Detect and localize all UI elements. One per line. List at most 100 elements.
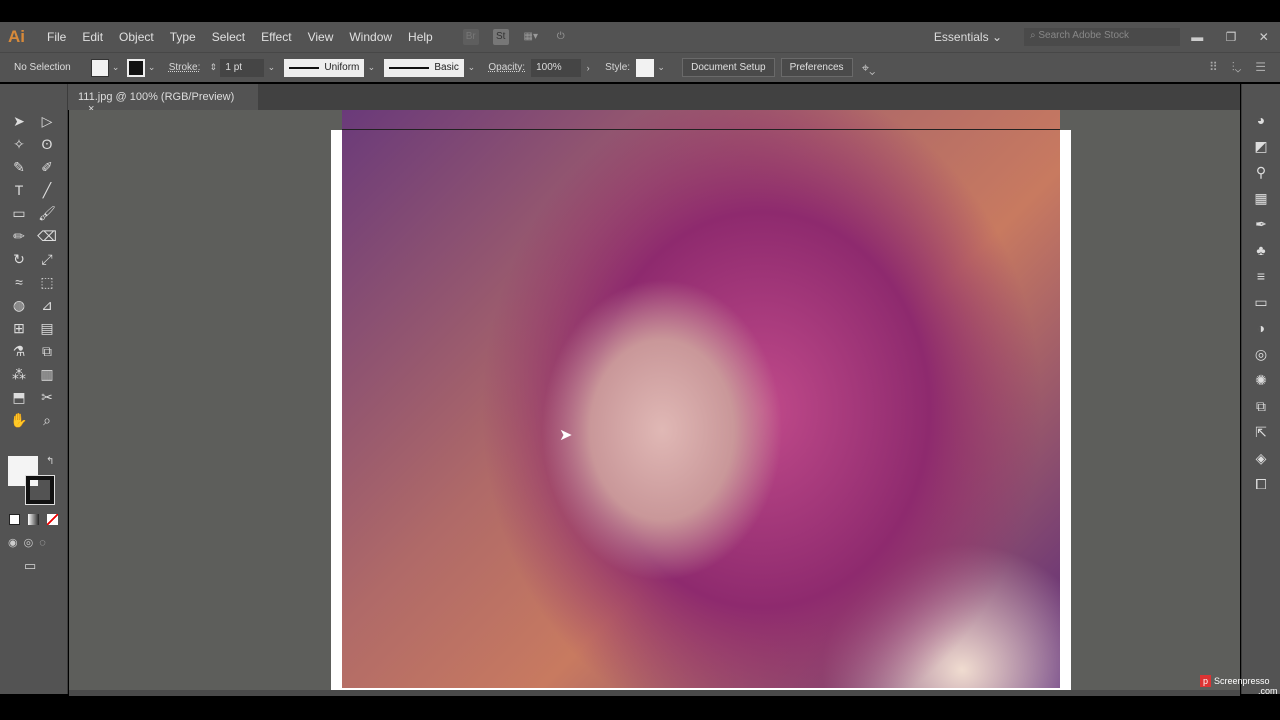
tab-document[interactable]: 111.jpg @ 100% (RGB/Preview) × bbox=[68, 84, 258, 115]
search-stock-input[interactable]: ⌕ Search Adobe Stock bbox=[1024, 28, 1180, 46]
swatches-icon[interactable]: ▦ bbox=[1251, 188, 1271, 208]
stroke-swatch[interactable] bbox=[126, 58, 145, 77]
stroke-dropdown[interactable]: ⌄ bbox=[145, 62, 159, 73]
asset-export-icon[interactable]: ⧉ bbox=[1251, 396, 1271, 416]
perspective-tool-icon[interactable]: ⊿ bbox=[36, 294, 58, 316]
direct-selection-tool-icon[interactable]: ▷ bbox=[36, 110, 58, 132]
panel-menu-icon[interactable]: ☰ bbox=[1255, 60, 1266, 75]
brush-definition[interactable]: Basic bbox=[384, 58, 465, 77]
artboard-tool-icon[interactable]: ⬒ bbox=[8, 386, 30, 408]
menu-file[interactable]: File bbox=[39, 30, 74, 44]
minimize-button[interactable]: ▬ bbox=[1191, 30, 1203, 44]
rectangle-tool-icon[interactable]: ▭ bbox=[8, 202, 30, 224]
tab-title: 111.jpg @ 100% (RGB/Preview) bbox=[78, 91, 235, 103]
hand-tool-icon[interactable]: ✋ bbox=[8, 409, 30, 431]
type-tool-icon[interactable]: T bbox=[8, 179, 30, 201]
magic-wand-tool-icon[interactable]: ✧ bbox=[8, 133, 30, 155]
bridge-icon[interactable]: Br bbox=[462, 29, 479, 45]
curvature-tool-icon[interactable]: ✐ bbox=[36, 156, 58, 178]
brushes-icon[interactable]: ✒ bbox=[1251, 214, 1271, 234]
gradient-icon[interactable]: ▭ bbox=[1251, 292, 1271, 312]
preferences-button[interactable]: Preferences bbox=[780, 58, 853, 77]
control-bar: No Selection ⌄ ⌄ Stroke: ⇕ 1 pt ⌄ Uniform… bbox=[0, 52, 1280, 82]
restore-button[interactable]: ❐ bbox=[1226, 30, 1237, 44]
free-transform-tool-icon[interactable]: ⬚ bbox=[36, 271, 58, 293]
workspace-switcher[interactable]: Essentials ⌄ bbox=[934, 30, 1002, 44]
select-similar-icon[interactable]: ⌖⌄ bbox=[859, 60, 879, 76]
menu-bar: Ai File Edit Object Type Select Effect V… bbox=[0, 22, 1280, 52]
gpu-performance-icon[interactable]: ⏻ bbox=[553, 29, 569, 45]
stroke-weight-input[interactable]: 1 pt bbox=[220, 58, 265, 77]
zoom-tool-icon[interactable]: ⌕ bbox=[36, 409, 58, 431]
fill-swatch[interactable] bbox=[90, 58, 109, 77]
mesh-tool-icon[interactable]: ⊞ bbox=[8, 317, 30, 339]
color-icon[interactable]: ◕ bbox=[1251, 110, 1271, 130]
pen-tool-icon[interactable]: ✎ bbox=[8, 156, 30, 178]
fill-dropdown[interactable]: ⌄ bbox=[109, 62, 123, 73]
opacity-input[interactable]: 100% bbox=[531, 58, 582, 77]
align-icon[interactable]: ⠿ bbox=[1209, 60, 1218, 75]
layers-icon[interactable]: ◈ bbox=[1251, 448, 1271, 468]
watermark-domain: .com bbox=[1258, 686, 1278, 696]
shape-builder-tool-icon[interactable]: ◍ bbox=[8, 294, 30, 316]
stroke-color-box[interactable] bbox=[25, 475, 55, 505]
graph-tool-icon[interactable]: ▥ bbox=[36, 363, 58, 385]
scale-tool-icon[interactable]: ⤢ bbox=[36, 248, 58, 270]
graphic-styles-icon[interactable]: ✺ bbox=[1251, 370, 1271, 390]
document-setup-button[interactable]: Document Setup bbox=[682, 58, 775, 77]
profile-dropdown[interactable]: ⌄ bbox=[364, 62, 378, 73]
swap-colors-icon[interactable]: ↰ bbox=[46, 456, 54, 467]
color-mode-button[interactable] bbox=[9, 514, 20, 525]
menu-view[interactable]: View bbox=[300, 30, 342, 44]
cc-libraries-icon[interactable]: ⚲ bbox=[1251, 162, 1271, 182]
appearance-icon[interactable]: ◎ bbox=[1251, 344, 1271, 364]
color-guide-icon[interactable]: ◩ bbox=[1251, 136, 1271, 156]
placed-image[interactable] bbox=[342, 110, 1060, 688]
opacity-slider-toggle[interactable]: › bbox=[581, 63, 595, 73]
symbols-icon[interactable]: ♣ bbox=[1251, 240, 1271, 260]
menu-help[interactable]: Help bbox=[400, 30, 441, 44]
variable-width-profile[interactable]: Uniform bbox=[284, 58, 365, 77]
symbol-sprayer-tool-icon[interactable]: ⁂ bbox=[8, 363, 30, 385]
lasso-tool-icon[interactable]: ʘ bbox=[36, 133, 58, 155]
shaper-tool-icon[interactable]: ✏ bbox=[8, 225, 30, 247]
stroke-icon[interactable]: ≡ bbox=[1251, 266, 1271, 286]
menu-select[interactable]: Select bbox=[204, 30, 253, 44]
stock-icon[interactable]: St bbox=[492, 29, 509, 45]
artboards-icon[interactable]: ⧠ bbox=[1251, 474, 1271, 494]
export-icon[interactable]: ⇱ bbox=[1251, 422, 1271, 442]
menu-object[interactable]: Object bbox=[111, 30, 162, 44]
arrange-documents-icon[interactable]: ▦▾ bbox=[523, 29, 539, 45]
paintbrush-tool-icon[interactable]: 🖌 bbox=[36, 202, 58, 224]
opacity-label[interactable]: Opacity: bbox=[488, 62, 525, 73]
selection-tool-icon[interactable]: ➤ bbox=[8, 110, 30, 132]
slice-tool-icon[interactable]: ✂ bbox=[36, 386, 58, 408]
gradient-tool-icon[interactable]: ▤ bbox=[36, 317, 58, 339]
eraser-tool-icon[interactable]: ⌫ bbox=[36, 225, 58, 247]
stroke-weight-stepper[interactable]: ⇕ bbox=[206, 62, 220, 73]
style-swatch[interactable] bbox=[636, 58, 655, 77]
line-tool-icon[interactable]: ╱ bbox=[36, 179, 58, 201]
brush-dropdown[interactable]: ⌄ bbox=[464, 62, 478, 73]
drawing-modes-icon[interactable]: ◉◎◌ bbox=[8, 536, 52, 549]
blend-tool-icon[interactable]: ⧉ bbox=[36, 340, 58, 362]
panel-dock: ◕ ◩ ⚲ ▦ ✒ ♣ ≡ ▭ ◑ ◎ ✺ ⧉ ⇱ ◈ ⧠ bbox=[1241, 84, 1280, 694]
stroke-label[interactable]: Stroke: bbox=[169, 62, 201, 73]
stroke-weight-dropdown[interactable]: ⌄ bbox=[264, 62, 278, 73]
rotate-tool-icon[interactable]: ↻ bbox=[8, 248, 30, 270]
gradient-mode-button[interactable] bbox=[28, 514, 39, 525]
menu-window[interactable]: Window bbox=[341, 30, 400, 44]
eyedropper-tool-icon[interactable]: ⚗ bbox=[8, 340, 30, 362]
style-dropdown[interactable]: ⌄ bbox=[654, 62, 668, 73]
canvas-area[interactable]: ➤ bbox=[69, 110, 1240, 694]
warp-tool-icon[interactable]: ≈ bbox=[8, 271, 30, 293]
transparency-icon[interactable]: ◑ bbox=[1251, 318, 1271, 338]
menu-edit[interactable]: Edit bbox=[74, 30, 111, 44]
search-placeholder: Search Adobe Stock bbox=[1038, 30, 1130, 41]
menu-type[interactable]: Type bbox=[162, 30, 204, 44]
close-window-button[interactable]: ✕ bbox=[1259, 30, 1269, 44]
screen-mode-icon[interactable]: ▭ bbox=[24, 558, 36, 574]
transform-icon[interactable]: ⫶⌄ bbox=[1232, 60, 1241, 75]
none-mode-button[interactable] bbox=[47, 514, 58, 525]
menu-effect[interactable]: Effect bbox=[253, 30, 299, 44]
